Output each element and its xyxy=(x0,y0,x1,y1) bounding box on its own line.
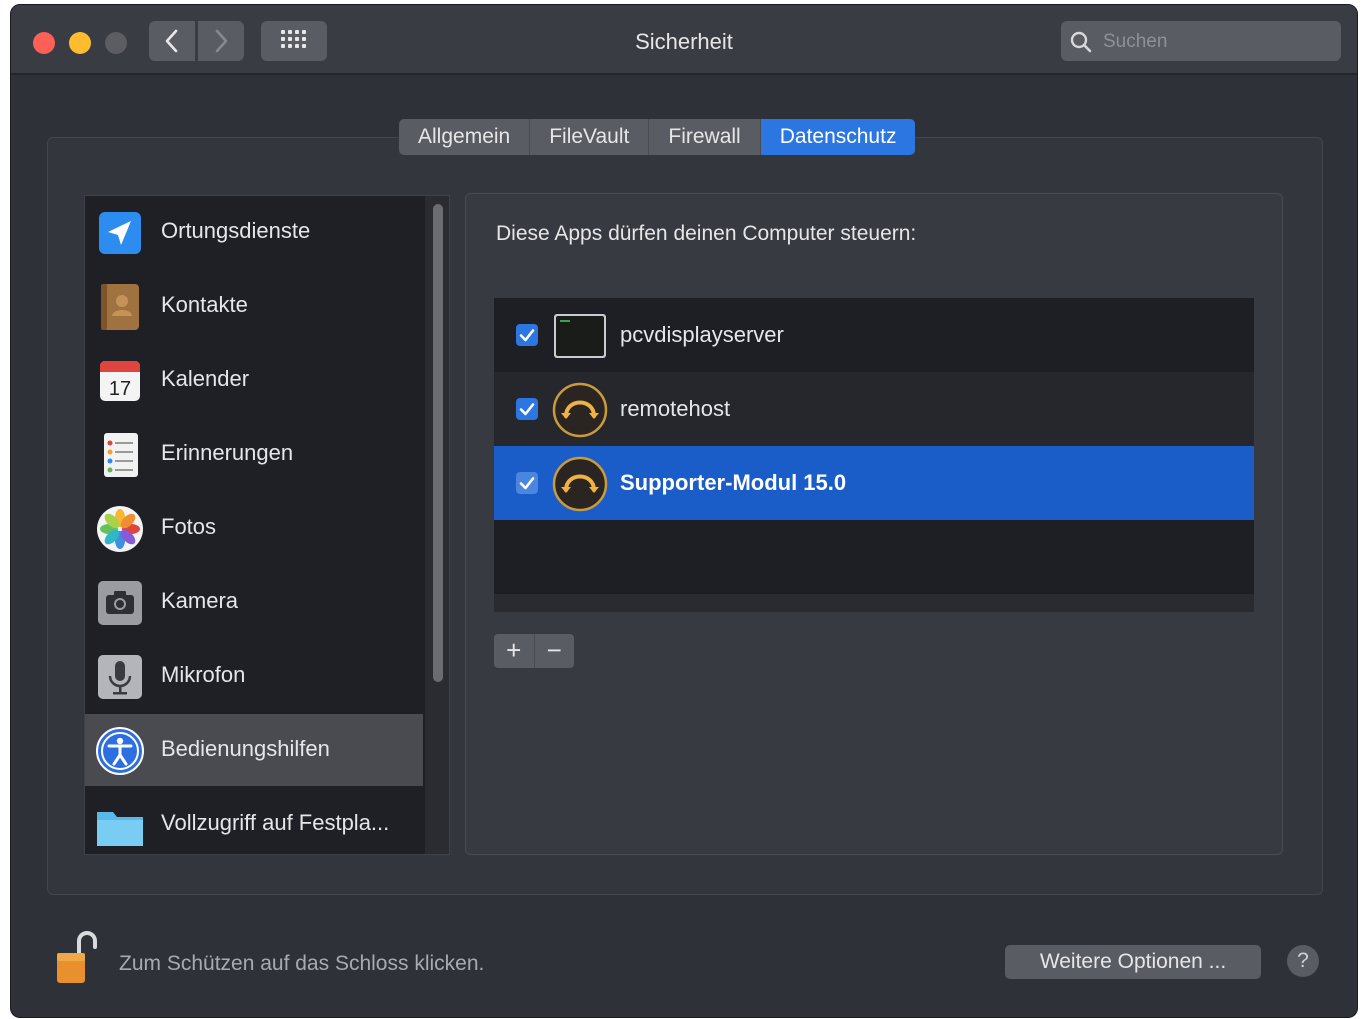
sidebar-scroll-thumb[interactable] xyxy=(433,204,443,682)
sidebar-item-label: Kamera xyxy=(161,588,239,613)
checkmark-icon xyxy=(519,329,535,342)
contacts-book-icon xyxy=(101,284,139,330)
accessibility-apps-panel: Diese Apps dürfen deinen Computer steuer… xyxy=(465,193,1283,855)
sidebar-item-vollzugriff[interactable]: Vollzugriff auf Festpla... xyxy=(85,788,423,854)
list-item-remotehost[interactable]: remotehost xyxy=(494,372,1254,446)
camera-icon xyxy=(98,581,142,625)
system-preferences-window: Sicherheit Allgemein FileVault Firewall … xyxy=(10,4,1358,1018)
sidebar-item-kalender[interactable]: 17 Kalender xyxy=(85,344,423,416)
calendar-icon: 17 xyxy=(100,361,140,401)
unlocked-padlock-icon[interactable] xyxy=(55,927,99,985)
allow-checkbox[interactable] xyxy=(516,398,538,420)
tab-firewall[interactable]: Firewall xyxy=(649,119,761,155)
add-app-button[interactable]: + xyxy=(494,634,535,668)
tab-datenschutz[interactable]: Datenschutz xyxy=(760,119,916,155)
search-field[interactable] xyxy=(1061,21,1341,61)
sidebar-item-label: Mikrofon xyxy=(161,662,246,687)
app-name: pcvdisplayserver xyxy=(620,322,784,347)
sidebar-item-fotos[interactable]: Fotos xyxy=(85,492,423,564)
panel-heading: Diese Apps dürfen deinen Computer steuer… xyxy=(496,222,917,245)
tab-bar: Allgemein FileVault Firewall Datenschutz xyxy=(399,119,916,155)
lock-hint-text: Zum Schützen auf das Schloss klicken. xyxy=(119,952,485,975)
sidebar-item-label: Kalender xyxy=(161,366,250,391)
title-bar: Sicherheit xyxy=(11,5,1357,75)
sidebar-item-label: Kontakte xyxy=(161,292,248,317)
remove-app-button[interactable]: − xyxy=(534,634,574,668)
remote-support-icon xyxy=(552,456,608,512)
checkmark-icon xyxy=(519,403,535,416)
search-input[interactable] xyxy=(1101,27,1325,57)
sidebar-item-kamera[interactable]: Kamera xyxy=(85,566,423,638)
sidebar-item-erinnerungen[interactable]: Erinnerungen xyxy=(85,418,423,490)
list-footer xyxy=(494,594,1254,612)
photos-icon xyxy=(97,506,143,552)
remote-support-icon xyxy=(552,382,608,438)
folder-icon xyxy=(97,812,143,846)
accessibility-icon xyxy=(96,727,144,775)
list-item-pcvdisplayserver[interactable]: pcvdisplayserver xyxy=(494,298,1254,372)
location-arrow-icon xyxy=(99,212,141,254)
app-name: Supporter-Modul 15.0 xyxy=(620,470,847,495)
add-remove-bar: + − xyxy=(494,634,574,668)
allow-checkbox[interactable] xyxy=(516,324,538,346)
sidebar-item-label: Vollzugriff auf Festpla... xyxy=(161,810,390,835)
privacy-category-list[interactable]: Ortungsdienste Kontakte 17 Kalender Erin… xyxy=(84,195,450,855)
tab-allgemein[interactable]: Allgemein xyxy=(399,119,531,155)
more-options-button[interactable]: Weitere Optionen ... xyxy=(1005,945,1261,979)
sidebar-item-label: Ortungsdienste xyxy=(161,218,311,243)
sidebar-item-ortungsdienste[interactable]: Ortungsdienste xyxy=(85,196,423,268)
terminal-icon xyxy=(554,314,606,358)
help-button[interactable]: ? xyxy=(1287,945,1319,977)
search-icon xyxy=(1070,31,1092,53)
sidebar-item-mikrofon[interactable]: Mikrofon xyxy=(85,640,423,712)
app-list[interactable]: pcvdisplayserver remotehost Supporter-Mo… xyxy=(494,298,1254,612)
list-item-supporter-modul[interactable]: Supporter-Modul 15.0 xyxy=(494,446,1254,520)
allow-checkbox[interactable] xyxy=(516,472,538,494)
tab-filevault[interactable]: FileVault xyxy=(530,119,650,155)
sidebar-item-label: Fotos xyxy=(161,514,217,539)
app-name: remotehost xyxy=(620,396,731,421)
sidebar-item-kontakte[interactable]: Kontakte xyxy=(85,270,423,342)
sidebar-scrollbar[interactable] xyxy=(425,196,449,854)
checkmark-icon xyxy=(519,477,535,490)
microphone-icon xyxy=(98,655,142,699)
reminders-icon xyxy=(104,433,138,477)
sidebar-item-label: Erinnerungen xyxy=(161,440,294,465)
sidebar-item-label: Bedienungshilfen xyxy=(161,736,330,761)
sidebar-item-bedienungshilfen[interactable]: Bedienungshilfen xyxy=(85,714,423,786)
calendar-day-text: 17 xyxy=(109,378,131,400)
